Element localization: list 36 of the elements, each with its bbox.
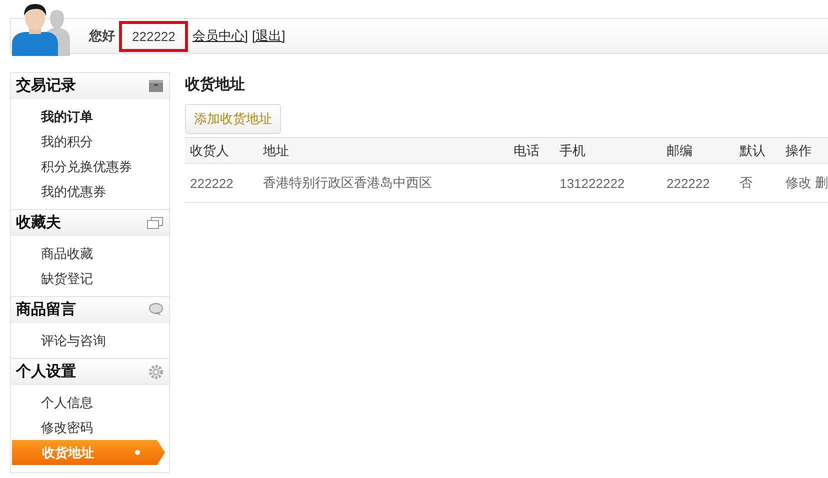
column-header: 手机 bbox=[554, 138, 662, 164]
speech-bubble-icon bbox=[149, 303, 163, 316]
section-title: 商品留言 bbox=[16, 300, 76, 319]
greeting-text: 您好 bbox=[89, 27, 115, 45]
box-icon bbox=[149, 80, 163, 92]
sidebar-item[interactable]: 我的优惠券 bbox=[11, 179, 169, 204]
table-cell: 香港特别行政区香港岛中西区 bbox=[258, 164, 509, 202]
page-title: 收货地址 bbox=[185, 75, 246, 94]
section-title: 个人设置 bbox=[16, 362, 76, 381]
column-header: 操作 bbox=[780, 138, 828, 164]
action-link[interactable]: 修改 bbox=[785, 175, 812, 190]
table-cell: 131222222 bbox=[554, 164, 662, 202]
cards-icon bbox=[147, 216, 163, 228]
username: 222222 bbox=[119, 20, 188, 52]
table-cell: 否 bbox=[734, 164, 780, 202]
sidebar-item[interactable]: 我的订单 bbox=[11, 104, 169, 129]
header-link[interactable]: 会员中心] bbox=[192, 27, 248, 45]
sidebar-item[interactable]: 修改密码 bbox=[11, 415, 169, 440]
sidebar-item[interactable]: 积分兑换优惠券 bbox=[11, 154, 169, 179]
section-title: 交易记录 bbox=[16, 76, 76, 95]
column-header: 电话 bbox=[508, 138, 555, 164]
table-cell: 222222 bbox=[661, 164, 734, 202]
header-link[interactable]: [退出] bbox=[252, 27, 286, 45]
action-link[interactable]: 删 bbox=[814, 175, 828, 190]
column-header: 邮编 bbox=[661, 138, 734, 164]
gear-icon bbox=[149, 364, 163, 378]
column-header: 收货人 bbox=[185, 138, 258, 164]
sidebar-item[interactable]: 评论与咨询 bbox=[11, 328, 169, 353]
column-header: 地址 bbox=[258, 138, 509, 164]
table-cell: 222222 bbox=[185, 164, 258, 202]
sidebar-item[interactable]: 缺货登记 bbox=[11, 266, 169, 291]
sidebar-item[interactable]: 我的积分 bbox=[11, 129, 169, 154]
sidebar-item[interactable]: 个人信息 bbox=[11, 390, 169, 415]
sidebar-item[interactable]: 商品收藏 bbox=[11, 241, 169, 266]
column-header: 默认 bbox=[734, 138, 780, 164]
section-title: 收藏夫 bbox=[16, 213, 61, 232]
